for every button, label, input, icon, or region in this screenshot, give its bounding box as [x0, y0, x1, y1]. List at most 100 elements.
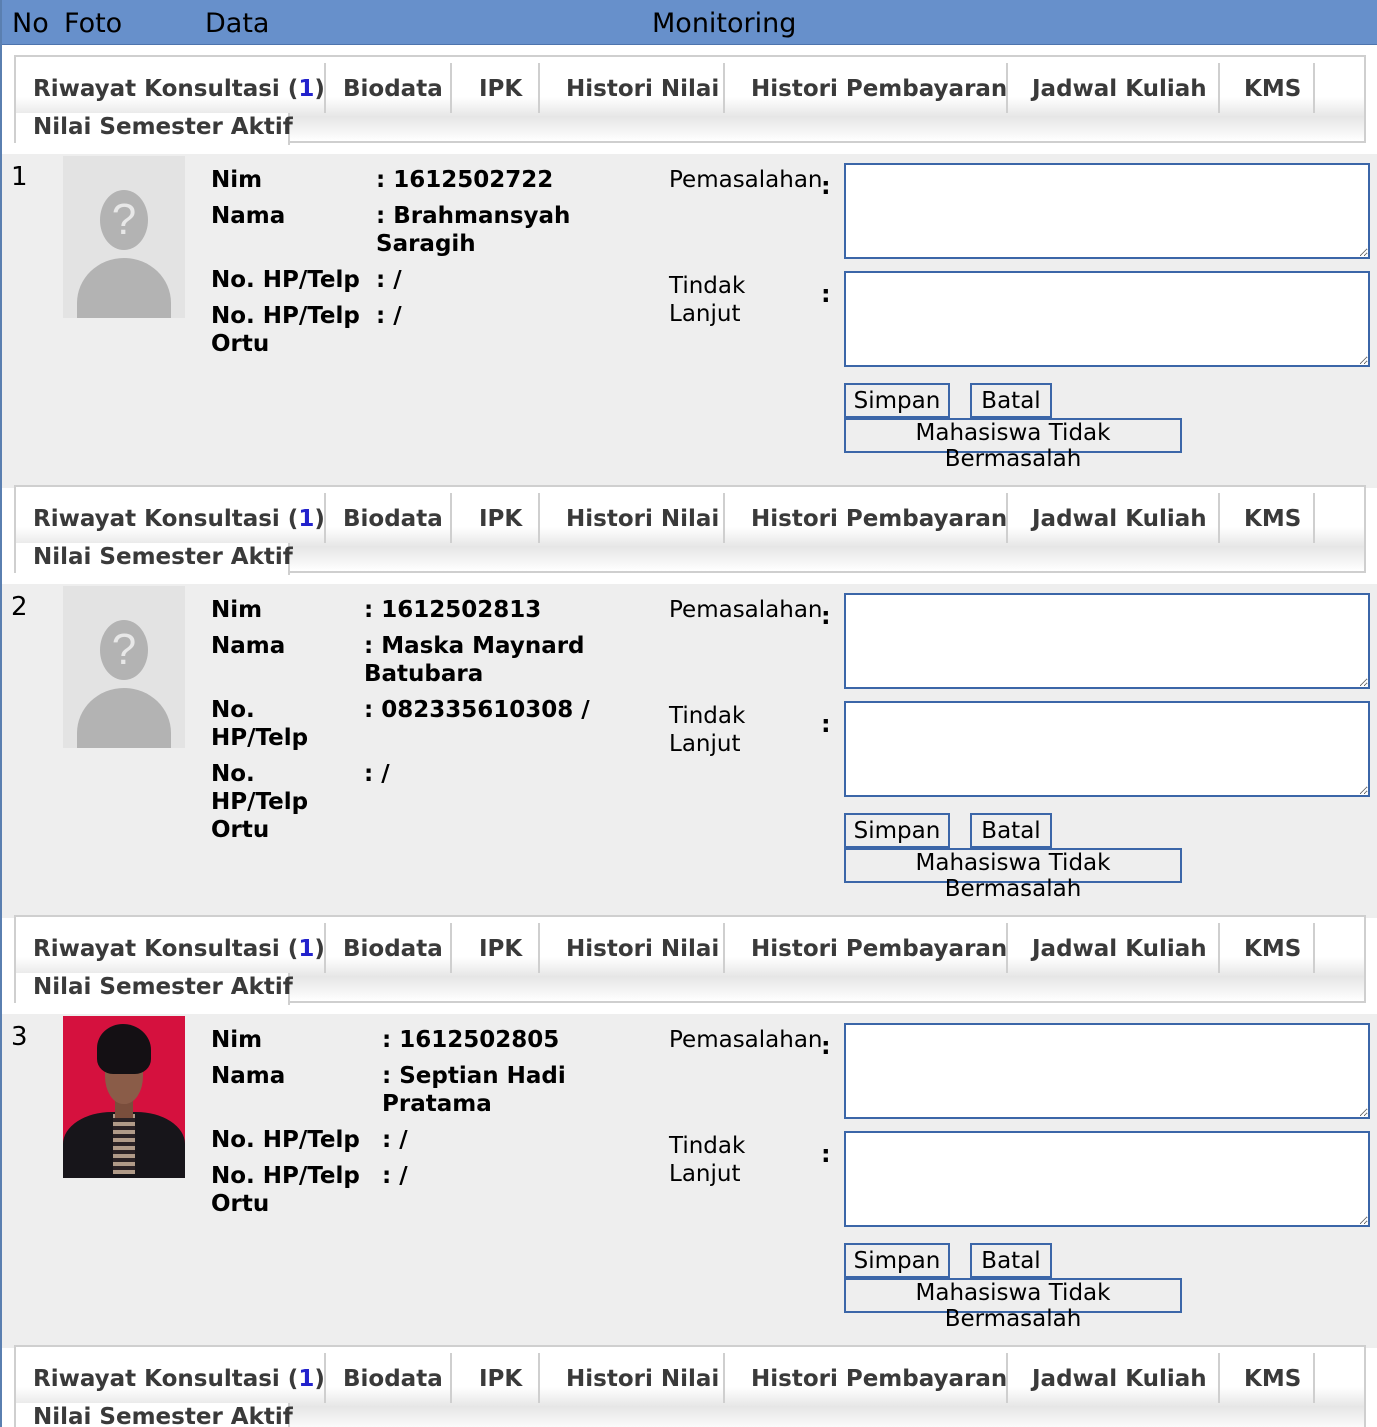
pemasalahan-label: Pemasalahan	[669, 597, 823, 623]
riwayat-count[interactable]: 1	[298, 1366, 314, 1392]
record-tabbar: Riwayat Konsultasi (1) Biodata IPK Histo…	[14, 485, 1366, 575]
nim-value: : 1612502722	[376, 167, 554, 193]
tab-histori-nilai[interactable]: Histori Nilai	[540, 493, 725, 543]
tab-jadwal-kuliah[interactable]: Jadwal Kuliah	[1008, 493, 1220, 543]
tab-histori-nilai[interactable]: Histori Nilai	[540, 63, 725, 113]
tab-biodata[interactable]: Biodata	[326, 923, 452, 973]
header-foto: Foto	[64, 8, 123, 39]
tab-riwayat-konsultasi[interactable]: Riwayat Konsultasi (1)	[16, 63, 326, 113]
student-row: 2 ? Nim : 1612502813 Nama : Maska Maynar…	[2, 584, 1377, 918]
header-monitoring: Monitoring	[652, 8, 797, 39]
tab-ipk[interactable]: IPK	[452, 63, 540, 113]
nama-label: Nama	[211, 203, 286, 229]
hp-label: No. HP/Telp	[211, 697, 309, 751]
pemasalahan-label: Pemasalahan	[669, 1027, 823, 1053]
tindak-lanjut-textarea[interactable]	[844, 1131, 1370, 1227]
riwayat-count[interactable]: 1	[298, 76, 314, 102]
row-number: 1	[11, 162, 28, 192]
hp-ortu-label: No. HP/Telp Ortu	[211, 1163, 360, 1217]
tidak-bermasalah-button[interactable]: Mahasiswa Tidak Bermasalah	[844, 848, 1182, 902]
hp-ortu-label: No. HP/Telp Ortu	[211, 761, 309, 843]
tab-histori-pembayaran[interactable]: Histori Pembayaran	[725, 493, 1008, 543]
nama-value: : Maska Maynard Batubara	[364, 633, 585, 687]
tab-biodata[interactable]: Biodata	[326, 493, 452, 543]
riwayat-count[interactable]: 1	[298, 936, 314, 962]
pemasalahan-textarea[interactable]	[844, 163, 1370, 259]
tidak-bermasalah-button[interactable]: Mahasiswa Tidak Bermasalah	[844, 1278, 1182, 1332]
tab-histori-nilai[interactable]: Histori Nilai	[540, 923, 725, 973]
hp-value: : /	[376, 267, 402, 293]
tindak-lanjut-label: Tindak Lanjut	[669, 273, 746, 327]
simpan-button[interactable]: Simpan	[844, 813, 950, 848]
batal-button[interactable]: Batal	[970, 813, 1052, 848]
placeholder-avatar-icon: ?	[63, 586, 185, 748]
tindak-lanjut-label: Tindak Lanjut	[669, 1133, 746, 1187]
tab-histori-pembayaran[interactable]: Histori Pembayaran	[725, 1353, 1008, 1403]
tab-nilai-semester-aktif[interactable]: Nilai Semester Aktif	[16, 1403, 293, 1427]
colon: :	[821, 172, 831, 200]
hp-ortu-value: : /	[382, 1163, 408, 1189]
tidak-bermasalah-button[interactable]: Mahasiswa Tidak Bermasalah	[844, 418, 1182, 472]
tab-kms[interactable]: KMS	[1220, 1353, 1315, 1403]
hp-value: : 082335610308 /	[364, 697, 590, 723]
nama-value: : Brahmansyah Saragih	[376, 203, 571, 257]
nama-label: Nama	[211, 633, 286, 659]
tab-jadwal-kuliah[interactable]: Jadwal Kuliah	[1008, 923, 1220, 973]
colon: :	[821, 602, 831, 630]
table-header: No Foto Data Monitoring	[2, 0, 1377, 45]
header-no: No	[12, 8, 49, 39]
tab-riwayat-konsultasi[interactable]: Riwayat Konsultasi (1)	[16, 1353, 326, 1403]
tab-riwayat-konsultasi[interactable]: Riwayat Konsultasi (1)	[16, 923, 326, 973]
tab-histori-pembayaran[interactable]: Histori Pembayaran	[725, 923, 1008, 973]
tab-kms[interactable]: KMS	[1220, 923, 1315, 973]
tab-kms[interactable]: KMS	[1220, 493, 1315, 543]
simpan-button[interactable]: Simpan	[844, 1243, 950, 1278]
tindak-lanjut-label: Tindak Lanjut	[669, 703, 746, 757]
tab-jadwal-kuliah[interactable]: Jadwal Kuliah	[1008, 1353, 1220, 1403]
tab-ipk[interactable]: IPK	[452, 1353, 540, 1403]
student-photo	[63, 1016, 185, 1178]
tab-nilai-semester-aktif[interactable]: Nilai Semester Aktif	[16, 543, 293, 575]
tab-biodata[interactable]: Biodata	[326, 1353, 452, 1403]
tab-histori-nilai[interactable]: Histori Nilai	[540, 1353, 725, 1403]
record-tabbar: Riwayat Konsultasi (1) Biodata IPK Histo…	[14, 915, 1366, 1005]
tab-nilai-semester-aktif[interactable]: Nilai Semester Aktif	[16, 973, 293, 1005]
riwayat-count[interactable]: 1	[298, 506, 314, 532]
tab-riwayat-konsultasi[interactable]: Riwayat Konsultasi (1)	[16, 493, 326, 543]
placeholder-avatar-icon: ?	[63, 156, 185, 318]
tab-nilai-semester-aktif[interactable]: Nilai Semester Aktif	[16, 113, 293, 145]
pemasalahan-label: Pemasalahan	[669, 167, 823, 193]
tab-kms[interactable]: KMS	[1220, 63, 1315, 113]
nim-value: : 1612502805	[382, 1027, 560, 1053]
nim-label: Nim	[211, 1027, 263, 1053]
tab-histori-pembayaran[interactable]: Histori Pembayaran	[725, 63, 1008, 113]
tindak-lanjut-textarea[interactable]	[844, 271, 1370, 367]
nim-value: : 1612502813	[364, 597, 542, 623]
colon: :	[821, 1140, 831, 1168]
nim-label: Nim	[211, 597, 263, 623]
student-row: 3 Nim : 1612502805 Nama : Septian Hadi P…	[2, 1014, 1377, 1348]
hp-ortu-value: : /	[364, 761, 390, 787]
tab-biodata[interactable]: Biodata	[326, 63, 452, 113]
monitoring-page: No Foto Data Monitoring Riwayat Konsulta…	[0, 0, 1377, 1427]
colon: :	[821, 1032, 831, 1060]
nama-value: : Septian Hadi Pratama	[382, 1063, 566, 1117]
pemasalahan-textarea[interactable]	[844, 593, 1370, 689]
batal-button[interactable]: Batal	[970, 383, 1052, 418]
hp-ortu-value: : /	[376, 303, 402, 329]
batal-button[interactable]: Batal	[970, 1243, 1052, 1278]
tindak-lanjut-textarea[interactable]	[844, 701, 1370, 797]
row-number: 2	[11, 592, 28, 622]
simpan-button[interactable]: Simpan	[844, 383, 950, 418]
nama-label: Nama	[211, 1063, 286, 1089]
tab-ipk[interactable]: IPK	[452, 493, 540, 543]
colon: :	[821, 280, 831, 308]
pemasalahan-textarea[interactable]	[844, 1023, 1370, 1119]
tab-jadwal-kuliah[interactable]: Jadwal Kuliah	[1008, 63, 1220, 113]
header-data: Data	[205, 8, 270, 39]
row-number: 3	[11, 1022, 28, 1052]
record-tabbar: Riwayat Konsultasi (1) Biodata IPK Histo…	[14, 1345, 1366, 1427]
nim-label: Nim	[211, 167, 263, 193]
tab-ipk[interactable]: IPK	[452, 923, 540, 973]
hp-label: No. HP/Telp	[211, 1127, 360, 1153]
